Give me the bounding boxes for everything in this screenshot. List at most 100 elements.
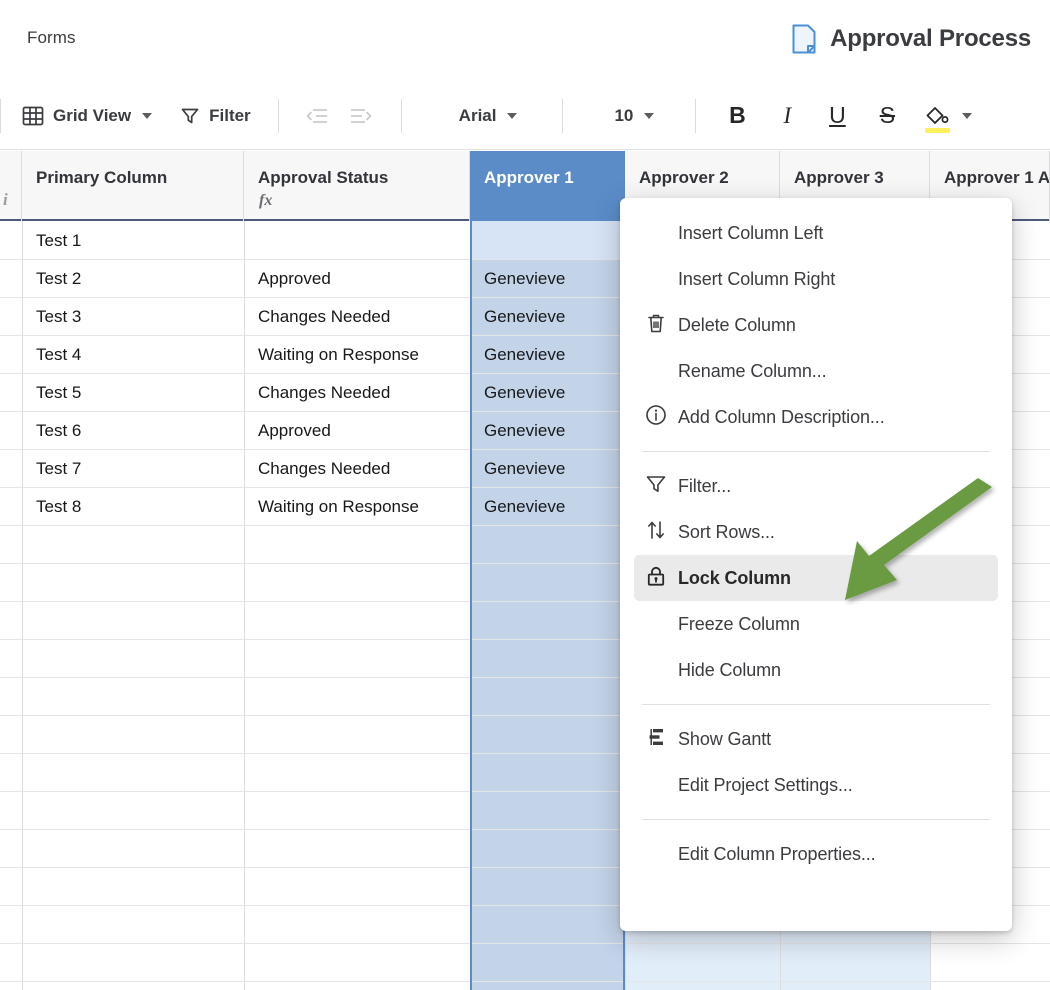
- cell-approval-status-row-6[interactable]: Approved: [258, 421, 466, 441]
- grid-view-button[interactable]: Grid View: [13, 98, 161, 134]
- underline-button[interactable]: U: [816, 94, 858, 138]
- font-family-label: Arial: [458, 105, 497, 125]
- page-title: Approval Process: [830, 25, 1031, 52]
- cell-primary-column-row-7[interactable]: Test 7: [36, 459, 240, 479]
- menu-separator: [642, 704, 990, 705]
- toolbar-divider-3: [562, 98, 564, 133]
- lock-icon: [644, 564, 668, 593]
- column-header-approval-status[interactable]: Approval Status fx: [244, 151, 470, 221]
- cell-primary-column-row-2[interactable]: Test 2: [36, 269, 240, 289]
- toolbar-divider-4: [695, 98, 697, 133]
- menu-item-label: Add Column Description...: [678, 406, 885, 427]
- fill-color-button[interactable]: [916, 94, 958, 138]
- column-header-label: Approver 1 A: [944, 168, 1050, 187]
- sort-arrows-icon-slot: [634, 518, 678, 547]
- column-header-primary-column[interactable]: Primary Column: [22, 151, 244, 221]
- cell-approver-1-row-2[interactable]: Genevieve: [484, 269, 621, 289]
- menu-item-label: Filter...: [678, 475, 732, 496]
- sheet-title-area: Approval Process: [791, 24, 1031, 54]
- font-size-selector[interactable]: 10: [605, 99, 663, 133]
- cell-approver-1-row-7[interactable]: Genevieve: [484, 459, 621, 479]
- cell-approval-status-row-7[interactable]: Changes Needed: [258, 459, 466, 479]
- fill-color-chevron-down-icon[interactable]: [962, 112, 973, 119]
- menu-item-label: Lock Column: [678, 567, 791, 588]
- menu-item-filter[interactable]: Filter...: [634, 463, 998, 509]
- toolbar: Grid View Filter Arial 10 B I U S: [0, 82, 1050, 150]
- column-header-row-gutter[interactable]: i: [0, 151, 22, 221]
- toolbar-divider-2: [400, 98, 402, 133]
- strikethrough-label: S: [879, 102, 896, 128]
- chevron-down-icon[interactable]: [644, 112, 655, 119]
- menu-item-sort-rows[interactable]: Sort Rows...: [634, 509, 998, 555]
- toolbar-divider-0: [0, 98, 1, 133]
- column-divider: [22, 221, 23, 990]
- app-root: Forms Approval Process Grid View Filter …: [0, 0, 1050, 990]
- column-header-label: Approval Status: [258, 168, 389, 187]
- column-header-label: Approver 2: [639, 168, 729, 187]
- menu-item-delete-column[interactable]: Delete Column: [634, 302, 998, 348]
- lock-icon-slot: [634, 564, 678, 593]
- cell-approval-status-row-4[interactable]: Waiting on Response: [258, 345, 466, 365]
- cell-approval-status-row-2[interactable]: Approved: [258, 269, 466, 289]
- grid-view-label: Grid View: [53, 105, 132, 125]
- info-icon: [644, 403, 668, 432]
- cell-approver-1-row-8[interactable]: Genevieve: [484, 497, 621, 517]
- chevron-down-icon[interactable]: [142, 112, 153, 119]
- underline-label: U: [829, 102, 846, 128]
- menu-item-label: Insert Column Left: [678, 222, 824, 243]
- menu-item-insert-column-left[interactable]: Insert Column Left: [634, 210, 998, 256]
- menu-item-rename-column[interactable]: Rename Column...: [634, 348, 998, 394]
- gantt-icon-slot: [634, 725, 678, 754]
- menu-item-edit-project-settings[interactable]: Edit Project Settings...: [634, 762, 998, 808]
- cell-approval-status-row-5[interactable]: Changes Needed: [258, 383, 466, 403]
- cell-primary-column-row-3[interactable]: Test 3: [36, 307, 240, 327]
- cell-primary-column-row-8[interactable]: Test 8: [36, 497, 240, 517]
- menu-item-freeze-column[interactable]: Freeze Column: [634, 601, 998, 647]
- column-divider: [244, 221, 245, 990]
- selected-column-band-approver-1: [470, 221, 625, 990]
- cell-primary-column-row-5[interactable]: Test 5: [36, 383, 240, 403]
- chevron-down-icon[interactable]: [507, 112, 518, 119]
- toolbar-divider-1: [277, 98, 279, 133]
- menu-item-edit-column-properties[interactable]: Edit Column Properties...: [634, 831, 998, 877]
- menu-item-label: Insert Column Right: [678, 268, 836, 289]
- menu-item-label: Edit Project Settings...: [678, 774, 853, 795]
- menu-item-add-column-description[interactable]: Add Column Description...: [634, 394, 998, 440]
- trash-icon-slot: [634, 311, 678, 340]
- menu-item-show-gantt[interactable]: Show Gantt: [634, 716, 998, 762]
- cell-primary-column-row-1[interactable]: Test 1: [36, 231, 240, 251]
- bold-label: B: [729, 102, 746, 128]
- menu-item-lock-column[interactable]: Lock Column: [634, 555, 998, 601]
- font-family-selector[interactable]: Arial: [450, 99, 527, 133]
- menu-separator: [642, 451, 990, 452]
- menu-item-label: Hide Column: [678, 659, 781, 680]
- row-divider: [0, 943, 1050, 944]
- italic-button[interactable]: I: [766, 94, 808, 138]
- active-cell-approver-1-row-1[interactable]: [470, 221, 625, 259]
- cell-primary-column-row-4[interactable]: Test 4: [36, 345, 240, 365]
- document-icon: [791, 24, 817, 54]
- menu-item-label: Delete Column: [678, 314, 796, 335]
- column-context-menu: Insert Column Left Insert Column Right Del…: [620, 198, 1012, 931]
- menu-item-label: Sort Rows...: [678, 521, 775, 542]
- italic-label: I: [783, 102, 792, 128]
- menu-item-label: Rename Column...: [678, 360, 827, 381]
- strikethrough-button[interactable]: S: [866, 94, 908, 138]
- info-icon-slot: [634, 403, 678, 432]
- cell-approver-1-row-3[interactable]: Genevieve: [484, 307, 621, 327]
- menu-item-hide-column[interactable]: Hide Column: [634, 647, 998, 693]
- forms-label[interactable]: Forms: [27, 28, 76, 48]
- font-size-label: 10: [614, 105, 634, 125]
- grid-icon: [22, 105, 44, 127]
- menu-item-insert-column-right[interactable]: Insert Column Right: [634, 256, 998, 302]
- cell-approver-1-row-6[interactable]: Genevieve: [484, 421, 621, 441]
- column-header-approver-1[interactable]: Approver 1: [470, 151, 625, 221]
- cell-approver-1-row-4[interactable]: Genevieve: [484, 345, 621, 365]
- cell-approval-status-row-3[interactable]: Changes Needed: [258, 307, 466, 327]
- cell-primary-column-row-6[interactable]: Test 6: [36, 421, 240, 441]
- bold-button[interactable]: B: [716, 94, 758, 138]
- filter-button[interactable]: Filter: [171, 99, 260, 133]
- cell-approver-1-row-5[interactable]: Genevieve: [484, 383, 621, 403]
- cell-approval-status-row-8[interactable]: Waiting on Response: [258, 497, 466, 517]
- gantt-icon: [644, 725, 668, 754]
